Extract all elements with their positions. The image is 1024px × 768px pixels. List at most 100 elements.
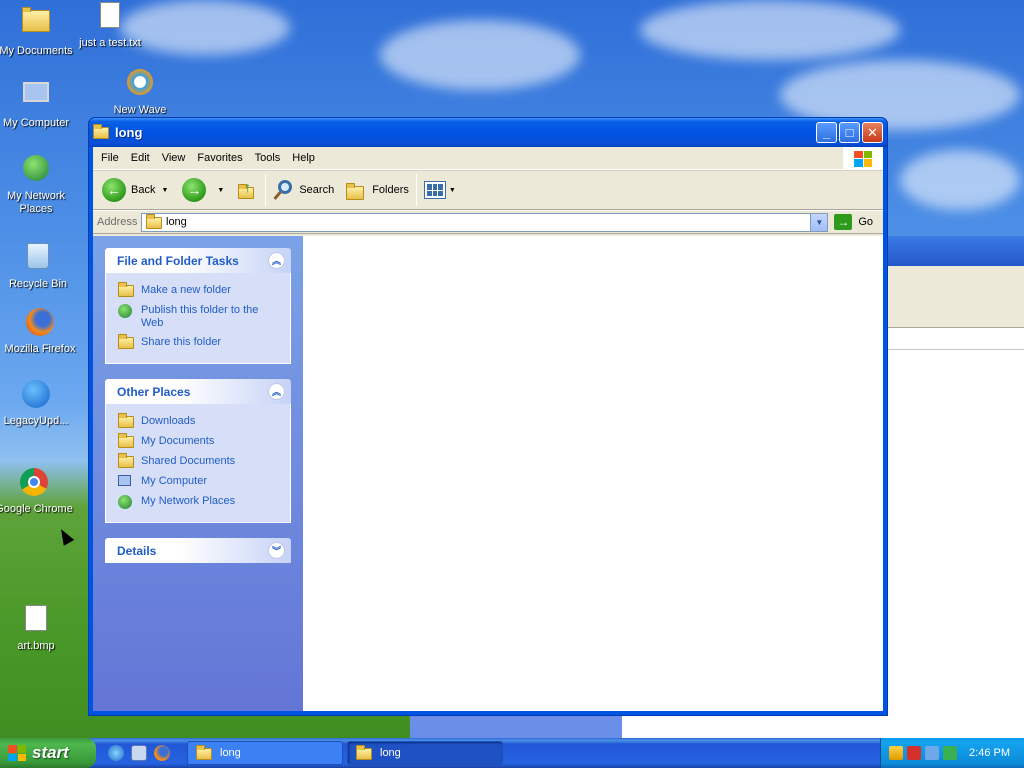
- start-button[interactable]: start: [0, 738, 96, 768]
- window-title: long: [115, 125, 143, 140]
- desktop-icon-firefox[interactable]: Mozilla Firefox: [0, 306, 80, 356]
- other-places-panel: Other Places ︽ Downloads My Documents Sh…: [105, 379, 291, 523]
- start-label: start: [32, 743, 69, 762]
- desktop-icon-label: art.bmp: [17, 640, 55, 652]
- folders-icon: [344, 179, 368, 201]
- desktop-icon-label: just a test.txt: [79, 37, 141, 49]
- file-list-area[interactable]: [303, 236, 883, 711]
- firefox-icon[interactable]: [154, 745, 170, 761]
- desktop-icon-label: My Network Places: [6, 190, 66, 215]
- task-make-new-folder[interactable]: Make a new folder: [118, 281, 280, 301]
- place-downloads[interactable]: Downloads: [118, 412, 280, 432]
- forward-arrow-icon: →: [182, 178, 207, 202]
- task-share-folder[interactable]: Share this folder: [118, 333, 280, 353]
- file-folder-tasks-panel: File and Folder Tasks ︽ Make a new folde…: [105, 248, 291, 364]
- back-button[interactable]: ← Back ▼: [99, 173, 171, 207]
- antivirus-icon[interactable]: [907, 746, 921, 760]
- taskbar-button-long-2[interactable]: long: [347, 741, 503, 765]
- desktop-icon-my-computer[interactable]: My Computer: [0, 78, 76, 130]
- minimize-button[interactable]: _: [816, 122, 837, 143]
- up-folder-button[interactable]: ↑: [233, 173, 261, 207]
- place-my-documents[interactable]: My Documents: [118, 432, 280, 452]
- task-pane: File and Folder Tasks ︽ Make a new folde…: [93, 236, 303, 711]
- folder-icon: [356, 744, 372, 760]
- menu-view[interactable]: View: [156, 152, 192, 164]
- desktop-icon-legacy-update[interactable]: LegacyUpd...: [0, 378, 76, 428]
- taskbar-button-long-1[interactable]: long: [187, 741, 343, 765]
- desktop-icon-new-wave[interactable]: New Wave: [100, 66, 180, 117]
- update-icon[interactable]: [943, 746, 957, 760]
- taskbar-button-label: long: [220, 747, 241, 759]
- panel-header[interactable]: Details ︾: [105, 538, 291, 563]
- collapse-icon[interactable]: ︽: [268, 252, 285, 269]
- explorer-window[interactable]: long _ □ ✕ File Edit View Favorites Tool…: [88, 117, 888, 716]
- forward-button[interactable]: → ▼: [179, 173, 227, 207]
- place-my-computer[interactable]: My Computer: [118, 472, 280, 492]
- desktop-icon-my-documents[interactable]: My Documents: [0, 4, 76, 58]
- place-my-network-places[interactable]: My Network Places: [118, 492, 280, 512]
- place-label: My Network Places: [141, 495, 236, 507]
- title-bar[interactable]: long _ □ ✕: [89, 118, 887, 147]
- address-dropdown-button[interactable]: ▼: [810, 213, 828, 231]
- my-documents-icon: [118, 433, 134, 449]
- up-folder-icon: ↑: [236, 179, 258, 201]
- address-label: Address: [97, 216, 138, 228]
- details-panel: Details ︾: [105, 538, 291, 563]
- standard-toolbar: ← Back ▼ → ▼ ↑ Search Folders ▼: [93, 170, 883, 210]
- place-label: My Computer: [141, 475, 208, 487]
- dropdown-arrow-icon[interactable]: ▼: [449, 187, 456, 194]
- folders-button[interactable]: Folders: [341, 173, 412, 207]
- desktop-icon-label: My Computer: [2, 117, 70, 129]
- panel-header[interactable]: Other Places ︽: [105, 379, 291, 404]
- task-label: Make a new folder: [141, 284, 231, 296]
- back-label: Back: [131, 184, 156, 196]
- computer-icon: [20, 82, 52, 114]
- chrome-icon: [18, 468, 50, 500]
- task-publish-folder[interactable]: Publish this folder to the Web: [118, 301, 280, 333]
- collapse-icon[interactable]: ︽: [268, 383, 285, 400]
- update-icon: [20, 380, 52, 412]
- address-value: long: [166, 216, 187, 228]
- network-status-icon[interactable]: [925, 746, 939, 760]
- address-input[interactable]: long ▼: [141, 212, 829, 232]
- desktop-icon-chrome[interactable]: Google Chrome: [0, 466, 74, 516]
- place-shared-documents[interactable]: Shared Documents: [118, 452, 280, 472]
- mouse-cursor: [55, 526, 75, 546]
- quick-launch: [96, 745, 187, 761]
- dropdown-arrow-icon[interactable]: ▼: [217, 187, 224, 194]
- task-label: Publish this folder to the Web: [141, 304, 259, 329]
- menu-edit[interactable]: Edit: [125, 152, 156, 164]
- desktop-icon-art-bmp[interactable]: art.bmp: [0, 602, 76, 653]
- recycle-bin-icon: [22, 243, 54, 275]
- menu-file[interactable]: File: [95, 152, 125, 164]
- panel-header[interactable]: File and Folder Tasks ︽: [105, 248, 291, 273]
- place-label: Downloads: [141, 415, 196, 427]
- desktop-icon-recycle-bin[interactable]: Recycle Bin: [0, 240, 78, 291]
- maximize-button[interactable]: □: [839, 122, 860, 143]
- menu-tools[interactable]: Tools: [249, 152, 287, 164]
- views-button[interactable]: ▼: [421, 173, 459, 207]
- search-button[interactable]: Search: [270, 173, 337, 207]
- desktop-icon-text-file[interactable]: just a test.txt: [70, 0, 150, 50]
- menu-help[interactable]: Help: [286, 152, 321, 164]
- show-desktop-icon[interactable]: [131, 745, 147, 761]
- go-button[interactable]: → Go: [828, 214, 883, 230]
- expand-icon[interactable]: ︾: [268, 542, 285, 559]
- close-button[interactable]: ✕: [862, 122, 883, 143]
- menu-favorites[interactable]: Favorites: [191, 152, 248, 164]
- task-label: Share this folder: [141, 336, 222, 348]
- desktop-icon-network[interactable]: My Network Places: [0, 152, 76, 216]
- folder-icon: [196, 744, 212, 760]
- search-label: Search: [299, 184, 335, 196]
- go-label: Go: [858, 216, 873, 228]
- internet-explorer-icon[interactable]: [108, 745, 124, 761]
- new-folder-icon: [118, 282, 134, 298]
- place-label: My Documents: [141, 435, 215, 447]
- folder-icon: [93, 123, 109, 140]
- system-tray: 2:46 PM: [880, 738, 1024, 768]
- my-documents-icon: [20, 7, 52, 42]
- dropdown-arrow-icon[interactable]: ▼: [161, 187, 168, 194]
- clock[interactable]: 2:46 PM: [969, 747, 1010, 759]
- security-shield-icon[interactable]: [889, 746, 903, 760]
- text-file-icon: [94, 2, 126, 34]
